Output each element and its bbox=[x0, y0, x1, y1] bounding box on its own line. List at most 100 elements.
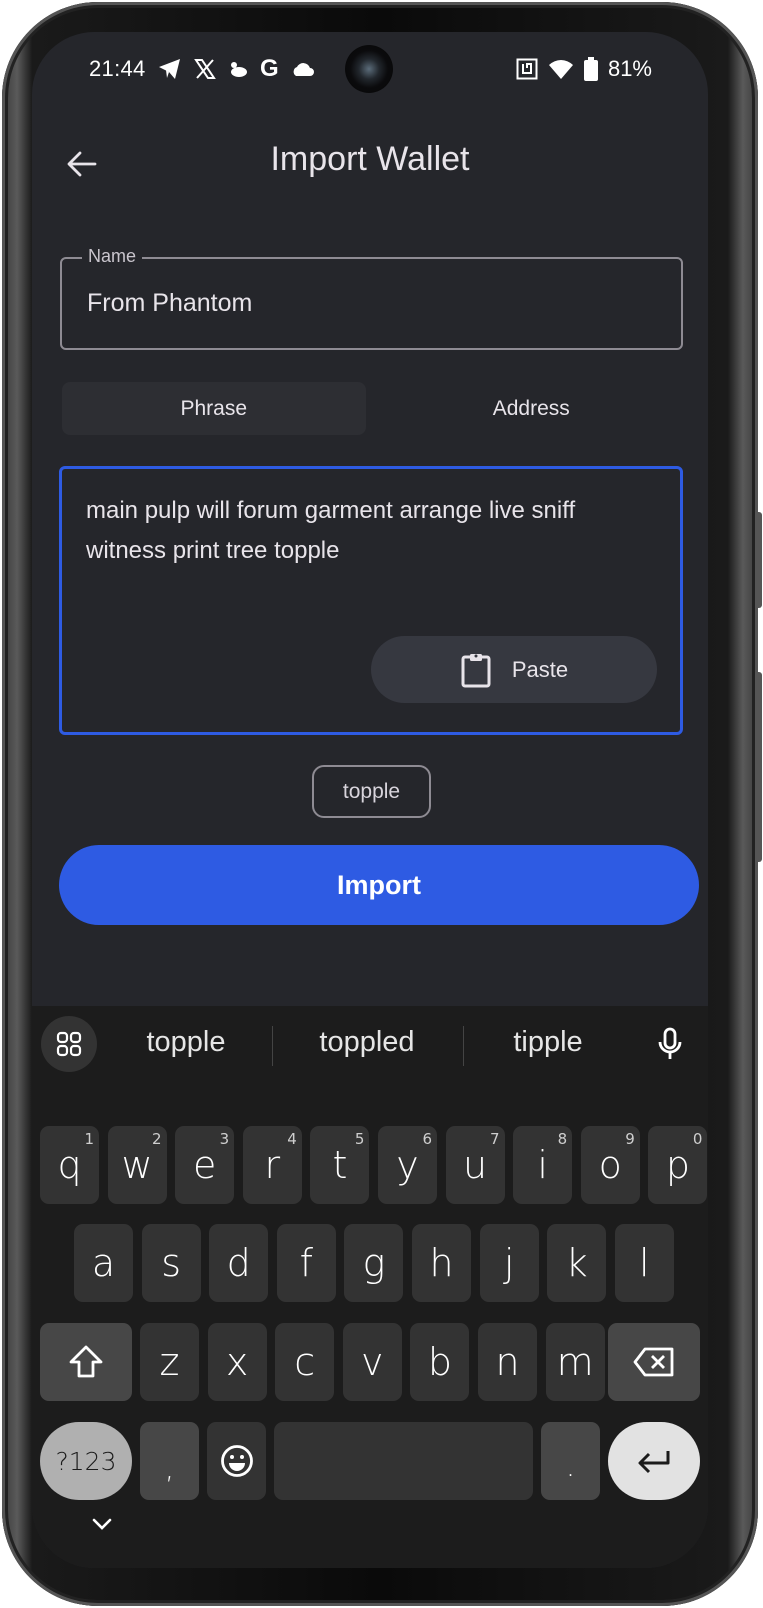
key-number-hint: 9 bbox=[625, 1130, 635, 1148]
key-b[interactable]: b bbox=[410, 1323, 470, 1401]
key-y[interactable]: y6 bbox=[378, 1126, 437, 1204]
key-r[interactable]: r4 bbox=[242, 1126, 302, 1204]
key-w[interactable]: w2 bbox=[107, 1126, 167, 1204]
name-field[interactable]: Name From Phantom bbox=[60, 246, 683, 350]
suggestion-1[interactable]: topple bbox=[96, 1026, 276, 1059]
suggestion-2[interactable]: toppled bbox=[277, 1026, 457, 1059]
cloud-icon bbox=[291, 56, 315, 82]
key-label: e bbox=[192, 1143, 217, 1187]
chevron-down-icon bbox=[92, 1518, 112, 1530]
key-number-hint: 2 bbox=[152, 1130, 162, 1148]
space-key[interactable] bbox=[274, 1422, 533, 1500]
shift-icon bbox=[69, 1345, 103, 1378]
voice-input-button[interactable] bbox=[652, 1024, 688, 1064]
page-title: Import Wallet bbox=[270, 140, 470, 178]
notification-icons: G bbox=[158, 55, 315, 82]
bird-icon bbox=[228, 56, 248, 82]
key-label: t bbox=[332, 1143, 348, 1187]
key-label: q bbox=[57, 1143, 82, 1187]
key-label: w bbox=[121, 1143, 153, 1187]
grid-icon bbox=[56, 1031, 82, 1057]
key-t[interactable]: t5 bbox=[310, 1126, 370, 1204]
key-number-hint: 1 bbox=[84, 1130, 94, 1148]
key-c[interactable]: c bbox=[275, 1323, 335, 1401]
key-s[interactable]: s bbox=[141, 1224, 201, 1302]
suggestion-strip: topple toppled tipple bbox=[32, 1006, 708, 1086]
key-m[interactable]: m bbox=[545, 1323, 605, 1401]
comma-key[interactable]: , bbox=[140, 1422, 199, 1500]
google-icon: G bbox=[260, 55, 279, 82]
key-number-hint: 7 bbox=[490, 1130, 500, 1148]
system-icons: 81% bbox=[516, 56, 652, 82]
phrase-input[interactable]: main pulp will forum garment arrange liv… bbox=[59, 466, 683, 735]
volume-button bbox=[756, 672, 762, 862]
symbols-key[interactable]: ?123 bbox=[40, 1422, 132, 1500]
shift-key[interactable] bbox=[40, 1323, 132, 1401]
key-label: i bbox=[537, 1143, 548, 1187]
battery-percent: 81% bbox=[607, 56, 652, 81]
import-type-tabs: Phrase Address bbox=[62, 382, 683, 435]
key-g[interactable]: g bbox=[344, 1224, 404, 1302]
phrase-input-value[interactable]: main pulp will forum garment arrange liv… bbox=[86, 491, 646, 571]
key-label: u bbox=[463, 1143, 488, 1187]
key-label: r bbox=[264, 1143, 281, 1187]
key-label: o bbox=[598, 1143, 622, 1187]
wifi-icon bbox=[548, 56, 574, 82]
key-number-hint: 8 bbox=[557, 1130, 568, 1148]
word-suggestion-chip[interactable]: topple bbox=[312, 765, 431, 818]
key-a[interactable]: a bbox=[74, 1224, 133, 1302]
battery-icon bbox=[583, 56, 598, 82]
front-camera bbox=[345, 45, 393, 93]
key-number-hint: 5 bbox=[354, 1130, 365, 1148]
name-field-label: Name bbox=[82, 246, 143, 267]
paste-button[interactable]: Paste bbox=[371, 636, 657, 703]
key-q[interactable]: q1 bbox=[40, 1126, 99, 1204]
key-n[interactable]: n bbox=[478, 1323, 537, 1401]
key-d[interactable]: d bbox=[209, 1224, 269, 1302]
key-v[interactable]: v bbox=[342, 1323, 402, 1401]
key-l[interactable]: l bbox=[614, 1224, 674, 1302]
key-number-hint: 3 bbox=[219, 1130, 230, 1148]
status-time: 21:44 bbox=[89, 56, 146, 81]
key-number-hint: 6 bbox=[422, 1130, 432, 1148]
emoji-icon bbox=[220, 1445, 253, 1477]
clipboard-icon bbox=[461, 653, 491, 687]
key-k[interactable]: k bbox=[547, 1224, 607, 1302]
key-label: p bbox=[665, 1143, 690, 1187]
keyboard: topple toppled tipple q1w2e3r4t5y6u7i8o9… bbox=[32, 1006, 708, 1568]
tab-address[interactable]: Address bbox=[380, 382, 684, 435]
paste-button-label: Paste bbox=[511, 656, 569, 682]
enter-icon bbox=[638, 1451, 670, 1474]
nfc-icon bbox=[516, 56, 538, 82]
key-u[interactable]: u7 bbox=[445, 1126, 505, 1204]
name-field-value[interactable]: From Phantom bbox=[87, 289, 252, 318]
backspace-key[interactable] bbox=[608, 1323, 700, 1401]
key-h[interactable]: h bbox=[412, 1224, 471, 1302]
hide-keyboard-button[interactable] bbox=[90, 1514, 114, 1534]
status-bar: 21:44 G 81% bbox=[32, 32, 708, 108]
key-label: y bbox=[396, 1143, 419, 1187]
tab-phrase[interactable]: Phrase bbox=[62, 382, 366, 435]
period-key[interactable]: . bbox=[541, 1422, 600, 1500]
key-z[interactable]: z bbox=[140, 1323, 199, 1401]
keyboard-menu-button[interactable] bbox=[41, 1016, 97, 1072]
power-button bbox=[756, 512, 762, 608]
key-number-hint: 4 bbox=[287, 1130, 297, 1148]
key-p[interactable]: p0 bbox=[648, 1126, 708, 1204]
key-f[interactable]: f bbox=[276, 1224, 336, 1302]
key-o[interactable]: o9 bbox=[580, 1126, 640, 1204]
emoji-key[interactable] bbox=[207, 1422, 266, 1500]
backspace-icon bbox=[633, 1347, 674, 1377]
screen: 21:44 G 81% Import Wallet Name From Phan… bbox=[32, 32, 708, 1568]
key-e[interactable]: e3 bbox=[175, 1126, 235, 1204]
suggestion-3[interactable]: tipple bbox=[458, 1026, 638, 1059]
key-j[interactable]: j bbox=[479, 1224, 539, 1302]
microphone-icon bbox=[658, 1027, 682, 1059]
x-icon bbox=[194, 56, 216, 82]
enter-key[interactable] bbox=[608, 1422, 700, 1500]
telegram-icon bbox=[158, 56, 182, 82]
key-x[interactable]: x bbox=[207, 1323, 267, 1401]
key-i[interactable]: i8 bbox=[513, 1126, 573, 1204]
key-number-hint: 0 bbox=[692, 1130, 703, 1148]
import-button[interactable]: Import bbox=[59, 845, 699, 925]
